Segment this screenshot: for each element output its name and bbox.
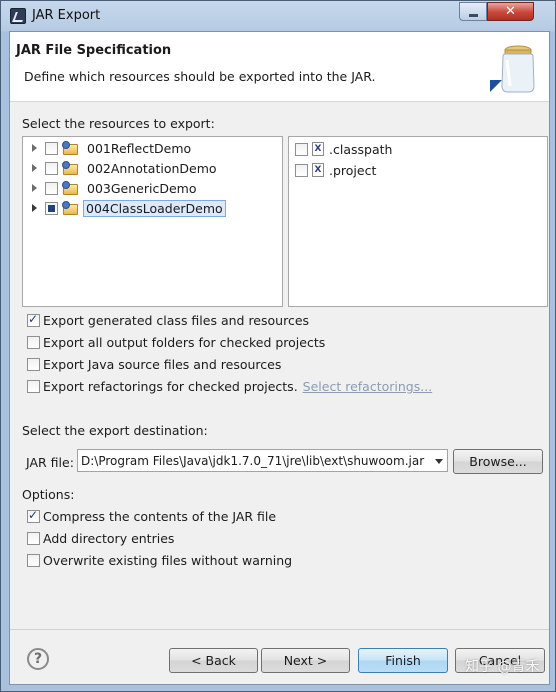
- option-label: Overwrite existing files without warning: [43, 553, 293, 568]
- option-label: Add directory entries: [43, 531, 175, 546]
- page-title: JAR File Specification: [16, 43, 172, 58]
- expand-arrow-icon[interactable]: [28, 141, 42, 155]
- close-icon: ✕: [505, 4, 516, 19]
- file-name: .classpath: [329, 141, 393, 157]
- java-project-icon: [62, 160, 79, 176]
- destination-label: Select the export destination:: [22, 423, 208, 438]
- expand-arrow-icon[interactable]: [28, 161, 42, 175]
- add-directory-entries-checkbox[interactable]: [27, 532, 40, 545]
- next-button[interactable]: Next >: [261, 648, 350, 673]
- options-label: Options:: [22, 487, 75, 502]
- tree-item-project[interactable]: 001ReflectDemo: [28, 138, 195, 158]
- help-icon[interactable]: ?: [27, 648, 49, 670]
- export-class-files-option[interactable]: Export generated class files and resourc…: [27, 312, 310, 328]
- overwrite-checkbox[interactable]: [27, 554, 40, 567]
- option-label: Export generated class files and resourc…: [43, 313, 310, 328]
- java-project-icon: [62, 180, 79, 196]
- jar-icon: [490, 45, 535, 93]
- window-title: JAR Export: [32, 8, 101, 23]
- project-name: 003GenericDemo: [87, 180, 197, 196]
- watermark: 知乎 @青禾: [465, 659, 540, 675]
- project-checkbox[interactable]: [45, 161, 58, 175]
- project-checkbox[interactable]: [45, 181, 58, 195]
- select-refactorings-link[interactable]: Select refactorings...: [303, 379, 432, 394]
- compress-option[interactable]: Compress the contents of the JAR file: [27, 508, 277, 524]
- export-source-files-checkbox[interactable]: [27, 358, 40, 371]
- file-checkbox[interactable]: [295, 163, 308, 177]
- file-list-item[interactable]: X .classpath: [295, 139, 392, 159]
- option-label: Export Java source files and resources: [43, 357, 282, 372]
- option-label: Export refactorings for checked projects…: [43, 379, 298, 394]
- title-bar[interactable]: JAR Export ✕: [1, 1, 555, 31]
- page-description: Define which resources should be exporte…: [24, 69, 376, 84]
- option-label: Compress the contents of the JAR file: [43, 509, 277, 524]
- project-checkbox[interactable]: [45, 201, 58, 215]
- compress-checkbox[interactable]: [27, 508, 40, 523]
- jar-file-combobox[interactable]: D:\Program Files\Java\jdk1.7.0_71\jre\li…: [77, 449, 448, 472]
- tree-item-project[interactable]: 002AnnotationDemo: [28, 158, 221, 178]
- xml-file-icon: X: [312, 163, 324, 177]
- back-button[interactable]: < Back: [169, 648, 258, 673]
- eclipse-app-icon: [10, 8, 26, 24]
- expand-arrow-icon[interactable]: [28, 181, 42, 195]
- export-class-files-checkbox[interactable]: [27, 312, 40, 327]
- chevron-down-icon[interactable]: [435, 459, 443, 464]
- resources-label: Select the resources to export:: [22, 116, 215, 131]
- jar-file-value: D:\Program Files\Java\jdk1.7.0_71\jre\li…: [81, 453, 425, 468]
- overwrite-option[interactable]: Overwrite existing files without warning: [27, 553, 292, 568]
- tree-item-project[interactable]: 003GenericDemo: [28, 178, 200, 198]
- option-label: Export all output folders for checked pr…: [43, 335, 326, 350]
- project-name: 001ReflectDemo: [87, 140, 192, 156]
- export-output-folders-checkbox[interactable]: [27, 336, 40, 349]
- close-button[interactable]: ✕: [487, 2, 534, 21]
- project-tree[interactable]: 001ReflectDemo 002AnnotationDemo 003Gene…: [22, 136, 283, 307]
- finish-button[interactable]: Finish: [358, 648, 448, 673]
- dialog-client-area: JAR File Specification Define which reso…: [9, 31, 550, 685]
- export-refactorings-option[interactable]: Export refactorings for checked projects…: [27, 379, 432, 394]
- browse-button[interactable]: Browse...: [453, 449, 543, 474]
- java-project-icon: [62, 140, 79, 156]
- file-list[interactable]: X .classpath X .project: [288, 136, 548, 307]
- expand-arrow-icon[interactable]: [28, 201, 42, 215]
- jar-file-label: JAR file:: [26, 455, 74, 470]
- minimize-button[interactable]: [459, 2, 487, 21]
- wizard-header: JAR File Specification Define which reso…: [10, 32, 549, 102]
- file-checkbox[interactable]: [295, 142, 308, 156]
- tree-item-project[interactable]: 004ClassLoaderDemo: [28, 198, 226, 218]
- file-list-item[interactable]: X .project: [295, 160, 376, 180]
- file-name: .project: [329, 162, 377, 178]
- export-output-folders-option[interactable]: Export all output folders for checked pr…: [27, 335, 325, 350]
- add-directory-entries-option[interactable]: Add directory entries: [27, 531, 174, 546]
- xml-file-icon: X: [312, 142, 324, 156]
- dialog-window: JAR Export ✕ JAR File Specification Defi…: [0, 0, 556, 692]
- project-name: 004ClassLoaderDemo: [83, 199, 226, 217]
- export-source-files-option[interactable]: Export Java source files and resources: [27, 357, 281, 372]
- java-project-icon: [62, 200, 79, 216]
- export-refactorings-checkbox[interactable]: [27, 380, 40, 393]
- project-checkbox[interactable]: [45, 141, 58, 155]
- button-bar-divider: [10, 629, 549, 630]
- project-name: 002AnnotationDemo: [87, 160, 217, 176]
